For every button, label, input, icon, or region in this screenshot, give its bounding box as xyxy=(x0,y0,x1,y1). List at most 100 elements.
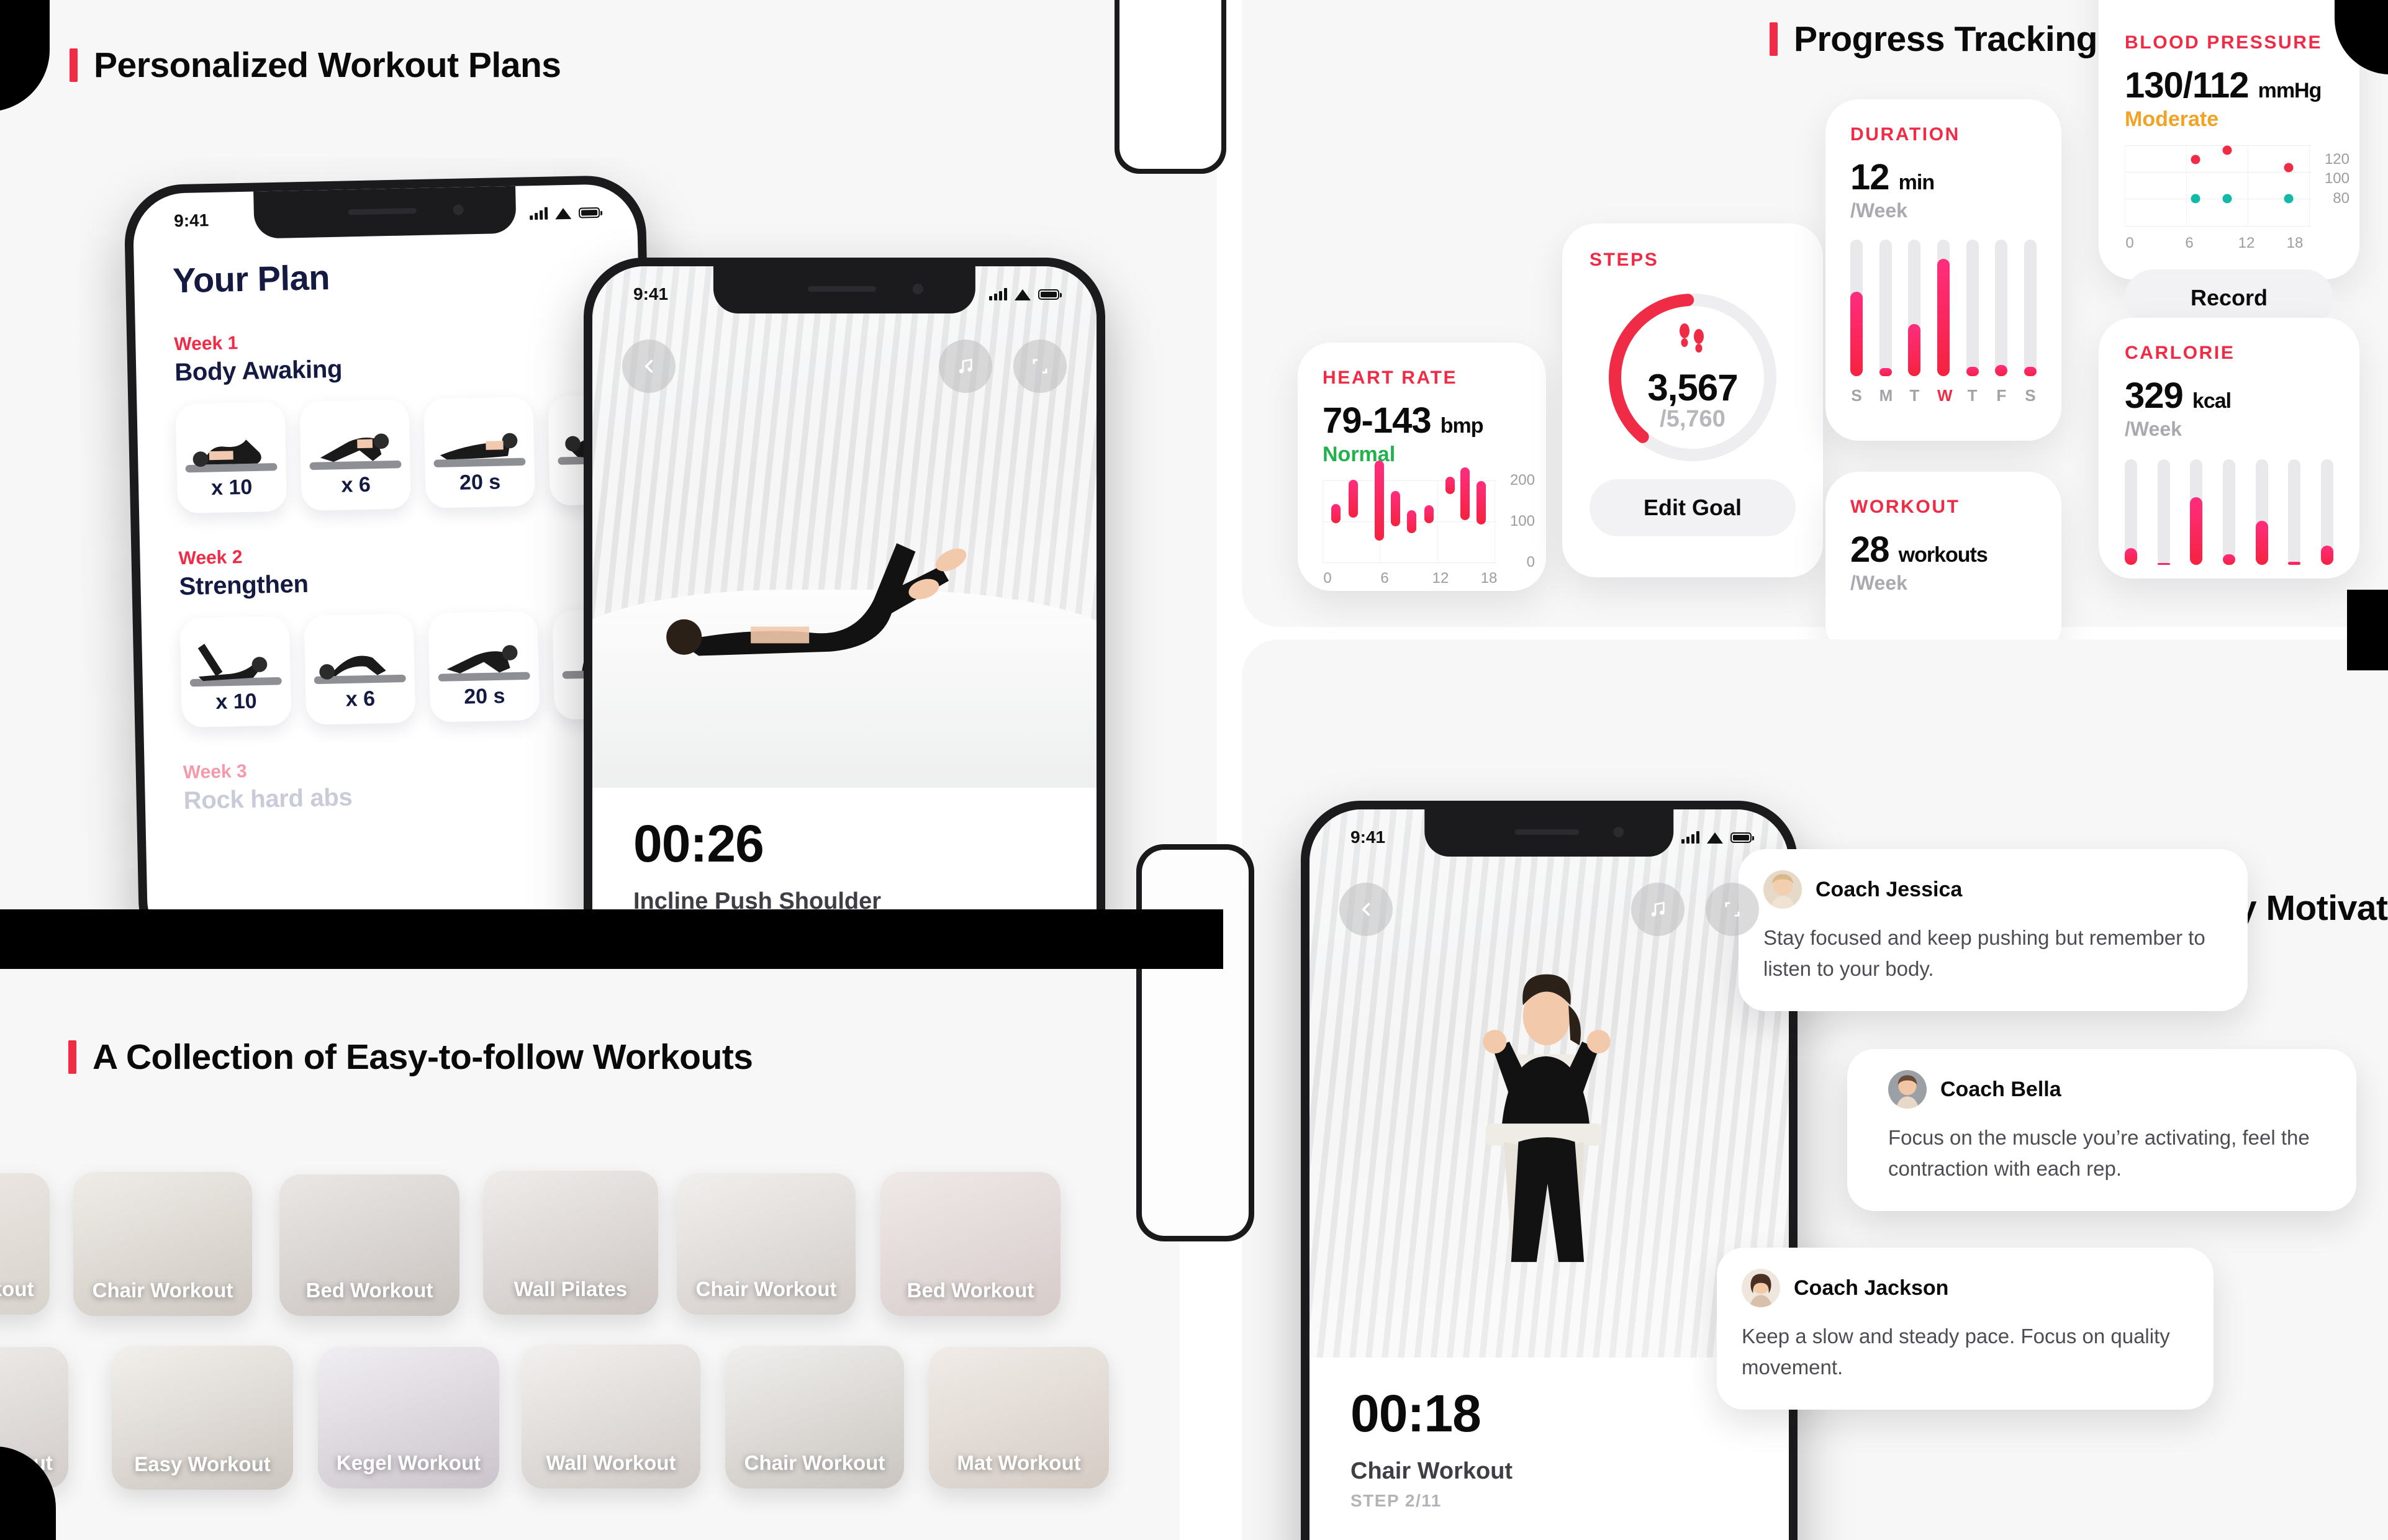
workout-tile[interactable]: Bed Workout xyxy=(279,1174,459,1316)
front-camera xyxy=(1613,827,1624,837)
collection-heading-text: A Collection of Easy-to-follow Workouts xyxy=(93,1037,753,1077)
card-workout: WORKOUT 28 workouts /Week xyxy=(1825,472,2061,658)
speaker-grille xyxy=(348,208,417,215)
exercise-card[interactable]: 20 s xyxy=(428,611,540,723)
speaker-grille xyxy=(807,286,876,292)
bp-kicker: BLOOD PRESSURE xyxy=(2125,32,2323,53)
edit-goal-button[interactable]: Edit Goal xyxy=(1590,479,1796,536)
avatar xyxy=(1742,1269,1780,1307)
fullscreen-icon[interactable] xyxy=(1013,340,1067,393)
plan-body: Your Plan Week 1 Body Awaking x 10 x 6 2… xyxy=(132,184,653,816)
exercise-card[interactable]: x 10 xyxy=(175,402,287,514)
calorie-number: 329 xyxy=(2125,376,2184,416)
back-icon[interactable] xyxy=(622,340,676,393)
bp-diastolic-point xyxy=(2191,194,2200,204)
decorative-screen xyxy=(1142,850,1249,1236)
y-tick: 120 xyxy=(2324,151,2350,168)
workout-tile[interactable]: Kegel Workout xyxy=(318,1347,499,1488)
cellular-signal-icon xyxy=(989,288,1007,300)
pose-plank-knee-icon xyxy=(309,433,402,471)
coach-tip-card[interactable]: Coach Jackson Keep a slow and steady pac… xyxy=(1717,1248,2214,1410)
bar-column xyxy=(1966,239,1979,376)
exercise-name: Chair Workout xyxy=(1350,1458,1513,1485)
calorie-value: 329 kcal xyxy=(2125,377,2333,415)
avatar xyxy=(1888,1070,1927,1109)
x-tick: 0 xyxy=(1323,569,1332,587)
coach-header: Coach Jessica xyxy=(1763,870,2220,909)
bar-column xyxy=(1937,239,1950,376)
duration-number: 12 xyxy=(1850,157,1890,197)
plans-heading: Personalized Workout Plans xyxy=(70,45,561,86)
duration-period: /Week xyxy=(1850,199,1907,222)
status-icons xyxy=(530,206,600,220)
section-collection: A Collection of Easy-to-follow Workouts … xyxy=(0,956,1180,1540)
workout-tile-label: Wall Workout xyxy=(546,1451,676,1474)
decorative-screen xyxy=(1119,0,1221,169)
back-icon[interactable] xyxy=(1339,883,1393,936)
workout-tile[interactable]: Chair Workout xyxy=(677,1173,856,1315)
bar-column xyxy=(1908,239,1921,376)
duration-day-labels: S M T W T F S xyxy=(1850,386,2037,405)
bar-column xyxy=(2157,459,2170,565)
exercise-card[interactable]: 20 s xyxy=(423,397,535,508)
exercise-video-frame xyxy=(592,266,1097,788)
coach-message: Stay focused and keep pushing but rememb… xyxy=(1763,926,2205,980)
exercise-card[interactable]: x 10 xyxy=(179,616,292,728)
fullscreen-icon[interactable] xyxy=(1706,883,1759,936)
workout-tile-label: Bed Workout xyxy=(907,1279,1034,1302)
y-tick: 100 xyxy=(2324,170,2350,187)
y-tick: 200 xyxy=(1509,471,1535,489)
workout-tile[interactable]: Wall Workout xyxy=(522,1344,700,1488)
x-tick: 18 xyxy=(2286,234,2304,251)
day-label-active: W xyxy=(1937,385,1953,405)
workout-tile[interactable]: Chair Workout xyxy=(725,1346,904,1488)
bar-column xyxy=(2288,459,2301,565)
day-label: S xyxy=(2025,385,2036,405)
exercise-step: STEP 2/11 xyxy=(1350,1491,1442,1511)
exercise-row: x 10 x 6 20 s xyxy=(175,394,653,514)
week-group-2: Week 2 Strengthen x 10 x 6 20 s xyxy=(178,539,653,728)
battery-icon xyxy=(578,207,600,218)
music-note-icon[interactable] xyxy=(939,340,992,393)
heading-accent-bar xyxy=(1770,22,1778,56)
calorie-kicker: CARLORIE xyxy=(2125,343,2235,363)
coach-message: Keep a slow and steady pace. Focus on qu… xyxy=(1742,1325,2170,1379)
cellular-signal-icon xyxy=(530,207,548,220)
workout-tile[interactable]: Bed Workout xyxy=(880,1172,1061,1316)
front-camera xyxy=(912,284,923,294)
heart-rate-range: 79-143 xyxy=(1323,400,1432,441)
battery-icon xyxy=(1038,289,1062,300)
music-note-icon[interactable] xyxy=(1631,883,1685,936)
exercise-card[interactable]: x 6 xyxy=(299,399,412,511)
workout-tile-label: Chair Workout xyxy=(92,1279,233,1302)
workout-tile[interactable]: Wall Workout xyxy=(0,1173,50,1315)
bp-unit: mmHg xyxy=(2258,79,2322,102)
workout-period: /Week xyxy=(1850,571,1907,594)
workout-tile[interactable]: Wall Pilates xyxy=(483,1171,658,1315)
y-tick: 0 xyxy=(1526,553,1535,570)
workout-tile[interactable]: Chair Workout xyxy=(73,1172,252,1316)
exercise-card[interactable]: x 6 xyxy=(304,613,416,725)
card-heart-rate: HEART RATE 79-143 bmp Normal 200 100 0 0… xyxy=(1298,343,1546,591)
workout-tile[interactable]: Easy Workout xyxy=(112,1346,293,1490)
steps-goal: /5,760 xyxy=(1660,406,1725,432)
wifi-icon xyxy=(1707,831,1723,844)
phone-tips-workout: 9:41 00:18 Chair Workout STEP 2/11 xyxy=(1301,801,1798,1540)
duration-unit: min xyxy=(1898,171,1935,194)
coach-message: Focus on the muscle you’re activating, f… xyxy=(1888,1126,2310,1180)
week-group-1: Week 1 Body Awaking x 10 x 6 20 s xyxy=(174,325,653,514)
bp-value: 130/112 mmHg xyxy=(2125,66,2333,105)
steps-kicker: STEPS xyxy=(1590,250,1659,270)
x-tick: 12 xyxy=(2238,234,2255,251)
x-tick: 12 xyxy=(1432,569,1449,587)
collection-heading: A Collection of Easy-to-follow Workouts xyxy=(68,1037,753,1078)
phone-notch xyxy=(1424,809,1674,857)
pose-glute-bridge-icon xyxy=(185,439,278,473)
bar-column xyxy=(1850,239,1863,376)
coach-tip-card[interactable]: Coach Bella Focus on the muscle you’re a… xyxy=(1847,1049,2356,1211)
duration-kicker: DURATION xyxy=(1850,124,1960,145)
workout-tile[interactable]: Mat Workout xyxy=(929,1347,1109,1488)
coach-tip-card[interactable]: Coach Jessica Stay focused and keep push… xyxy=(1739,849,2248,1011)
status-time: 9:41 xyxy=(173,210,209,231)
decorative-phone-mid xyxy=(1136,844,1254,1241)
